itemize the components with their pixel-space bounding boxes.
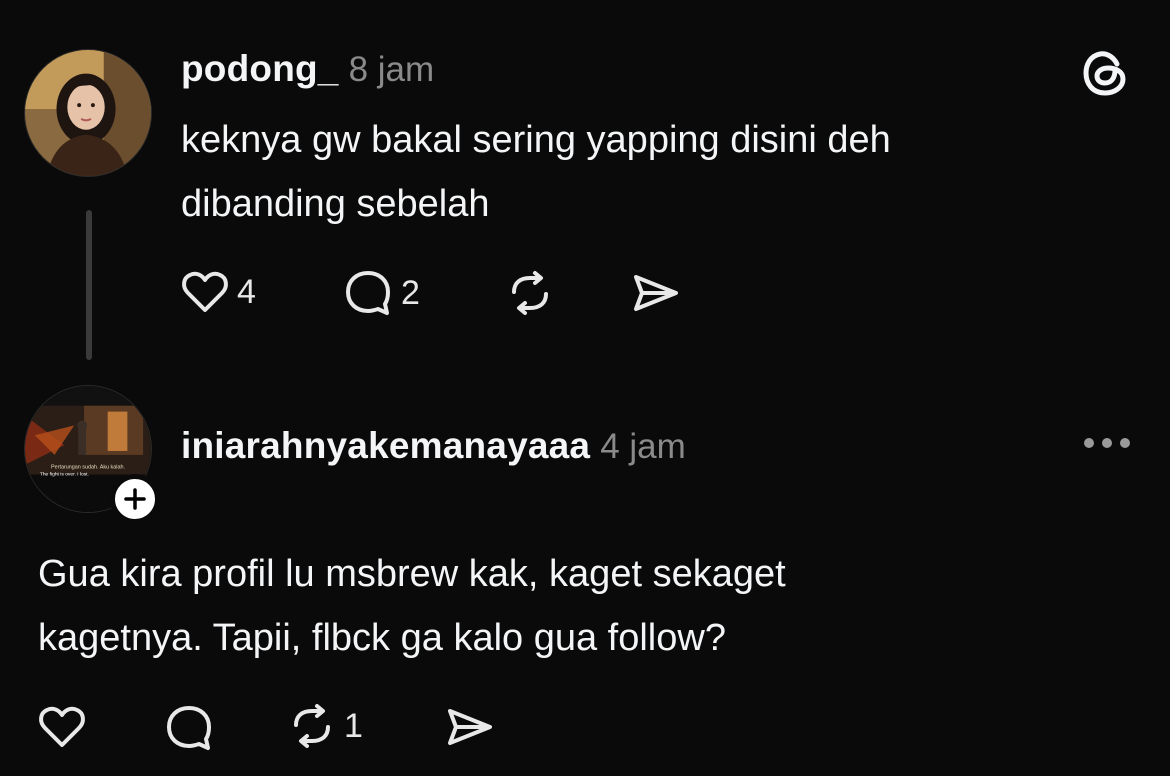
post-text-line: dibanding sebelah	[181, 183, 490, 225]
post-header: iniarahnyakemanayaaa 4 jam	[181, 425, 686, 467]
more-horizontal-icon[interactable]	[1084, 438, 1130, 448]
thread-line	[86, 210, 92, 360]
heart-icon	[182, 271, 228, 312]
follow-button[interactable]	[110, 474, 160, 524]
post-text: Gua kira profil lu msbrew kak, kaget sek…	[38, 542, 786, 670]
like-count: 4	[237, 272, 256, 311]
username[interactable]: podong_	[181, 48, 339, 89]
repost-icon	[512, 271, 548, 315]
reply-button[interactable]	[164, 703, 214, 753]
post-text: keknya gw bakal sering yapping disini de…	[181, 108, 891, 236]
dot	[1120, 438, 1130, 448]
post-text-line: keknya gw bakal sering yapping disini de…	[181, 119, 891, 161]
share-button[interactable]	[630, 272, 682, 314]
repost-icon	[294, 704, 330, 748]
heart-icon	[39, 706, 85, 747]
timestamp: 4 jam	[600, 427, 686, 466]
comment-icon	[346, 271, 390, 315]
avatar[interactable]	[24, 49, 152, 177]
repost-button[interactable]	[506, 270, 554, 316]
post-header: podong_ 8 jam	[181, 48, 434, 90]
like-button[interactable]: 4	[181, 270, 256, 314]
username[interactable]: iniarahnyakemanayaaa	[181, 425, 590, 466]
post-text-line: kagetnya. Tapii, flbck ga kalo gua follo…	[38, 617, 726, 659]
timestamp: 8 jam	[348, 50, 435, 89]
post-text-line: Gua kira profil lu msbrew kak, kaget sek…	[38, 553, 786, 595]
dot	[1084, 438, 1094, 448]
reply-count: 2	[401, 273, 420, 312]
share-button[interactable]	[444, 706, 496, 748]
send-icon	[448, 709, 492, 745]
send-icon	[634, 275, 678, 311]
repost-count: 1	[344, 706, 363, 745]
dot	[1102, 438, 1112, 448]
like-button[interactable]	[38, 705, 86, 749]
reply-button[interactable]: 2	[343, 268, 420, 318]
avatar-caption: Pertarungan sudah. Aku kalah.	[51, 465, 125, 471]
plus-icon	[124, 488, 146, 510]
avatar-caption: The fight is over. I lost.	[40, 472, 89, 478]
repost-button[interactable]: 1	[288, 703, 363, 749]
threads-logo-icon[interactable]	[1082, 48, 1130, 103]
comment-icon	[167, 706, 211, 750]
